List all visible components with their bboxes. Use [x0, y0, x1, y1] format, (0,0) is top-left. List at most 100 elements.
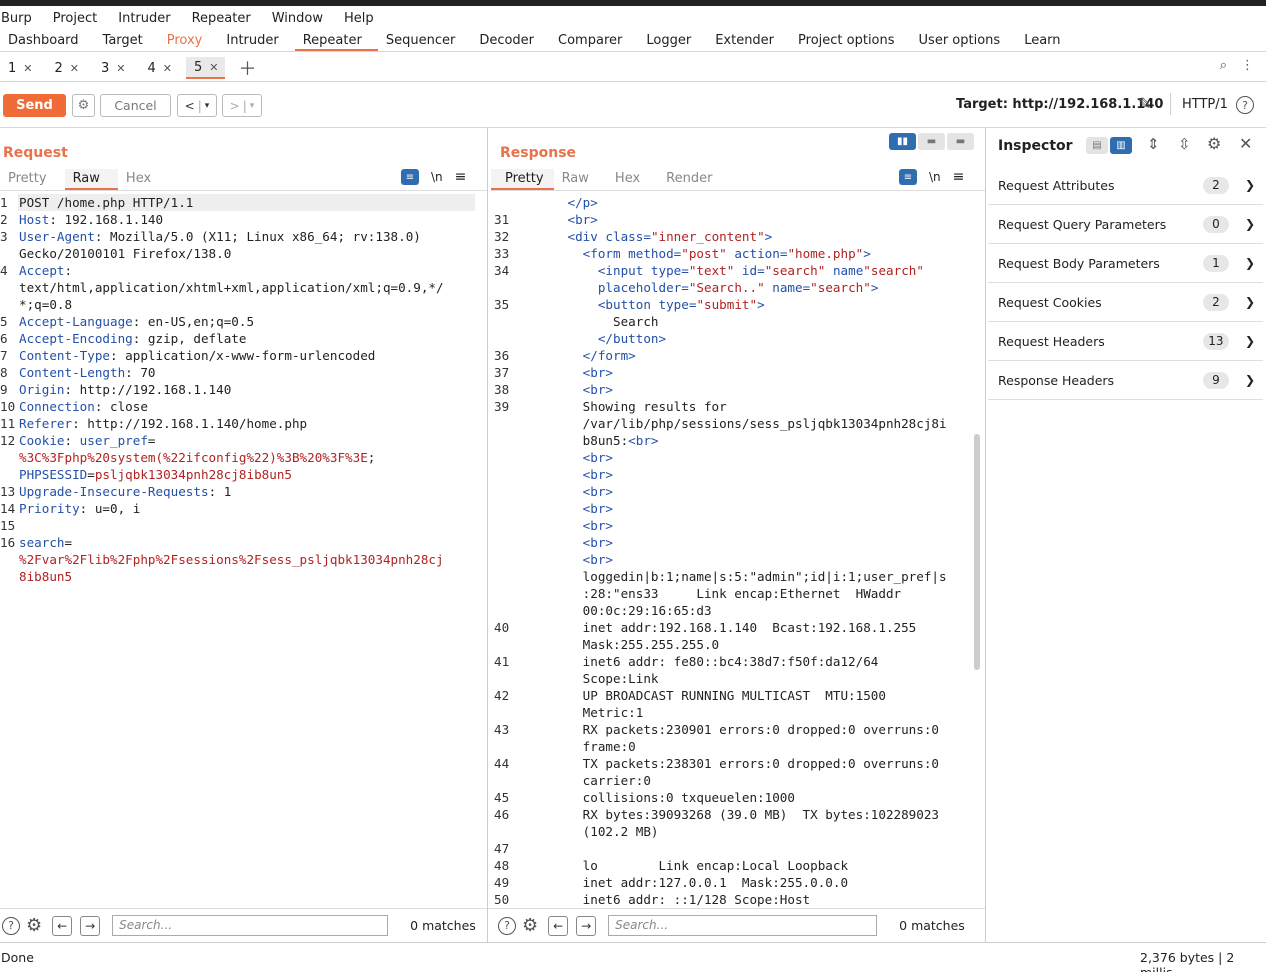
add-tab-icon[interactable]: ＋ [239, 55, 257, 81]
tab-pretty[interactable]: Pretty [491, 169, 554, 190]
tab-raw[interactable]: Raw [554, 169, 607, 190]
tab-render[interactable]: Render [658, 169, 730, 190]
close-icon[interactable]: ✕ [70, 62, 79, 75]
tab-decoder[interactable]: Decoder [471, 30, 550, 51]
back-button[interactable]: < | ▾ [177, 94, 217, 117]
tab-raw[interactable]: Raw [64, 169, 118, 190]
tab-proxy[interactable]: Proxy [159, 30, 219, 51]
help-icon[interactable]: ? [2, 916, 20, 935]
line-text: carrier:0 [522, 773, 651, 788]
repeater-tab[interactable]: 3 ✕ [93, 57, 132, 79]
layout-side-by-side-icon[interactable]: ▮▮ [889, 133, 916, 150]
http-version[interactable]: HTTP/1 [1182, 97, 1228, 112]
collapse-all-icon[interactable]: ⇳ [1178, 135, 1191, 153]
menu-icon[interactable]: ≡ [953, 169, 965, 185]
arrow-right-icon[interactable]: → [576, 915, 597, 936]
search-input[interactable]: Search... [608, 915, 878, 936]
close-icon[interactable]: ✕ [1239, 134, 1252, 153]
tab-hex[interactable]: Hex [607, 169, 658, 190]
line-text: TX packets:238301 errors:0 dropped:0 ove… [522, 756, 940, 771]
search-icon[interactable]: ⌕ [1220, 58, 1227, 73]
inspector-request-query-parameters[interactable]: Request Query Parameters 0 ❯ [988, 205, 1263, 244]
inspector-request-body-parameters[interactable]: Request Body Parameters 1 ❯ [988, 244, 1263, 283]
line-number: 4 [0, 263, 8, 278]
menu-window[interactable]: Window [272, 11, 323, 26]
cancel-button[interactable]: Cancel [100, 94, 171, 117]
inspector-request-attributes[interactable]: Request Attributes 2 ❯ [988, 166, 1263, 205]
line-number: 6 [0, 331, 8, 346]
close-icon[interactable]: ✕ [116, 62, 125, 75]
menu-help[interactable]: Help [344, 11, 374, 26]
tab-comparer[interactable]: Comparer [550, 30, 638, 51]
line-text: <br> [582, 501, 614, 516]
tab-dashboard[interactable]: Dashboard [0, 30, 95, 51]
repeater-tab[interactable]: 1 ✕ [0, 57, 39, 79]
layout-stacked-icon[interactable]: ▬ [918, 133, 945, 150]
layout-panel-icon[interactable]: ▥ [1110, 137, 1132, 154]
tab-target[interactable]: Target [95, 30, 159, 51]
help-icon[interactable]: ? [498, 916, 516, 935]
search-input[interactable]: Search... [112, 915, 389, 936]
line-text: 00:0c:29:16:65:d3 [522, 603, 712, 618]
tab-pretty[interactable]: Pretty [0, 169, 65, 190]
repeater-tab[interactable]: 4 ✕ [140, 57, 179, 79]
inspector-row-label: Request Query Parameters [998, 216, 1167, 232]
help-icon[interactable]: ? [1236, 96, 1254, 114]
line-number: 38 [494, 382, 510, 397]
inspector-request-cookies[interactable]: Request Cookies 2 ❯ [988, 283, 1263, 322]
menu-intruder[interactable]: Intruder [118, 11, 170, 26]
arrow-left-icon[interactable]: ← [52, 915, 73, 936]
send-button[interactable]: Send [3, 94, 66, 117]
scrollbar[interactable] [974, 434, 980, 670]
divider [1170, 93, 1171, 115]
line-number: 31 [494, 212, 510, 227]
chevron-down-icon: ▾ [204, 100, 210, 111]
gear-icon: ⚙ [77, 98, 90, 113]
inspector-request-headers[interactable]: Request Headers 13 ❯ [988, 322, 1263, 361]
tab-sequencer[interactable]: Sequencer [378, 30, 471, 51]
word-wrap-icon[interactable]: ≡ [401, 169, 419, 185]
more-options-icon[interactable]: ⋮ [1241, 58, 1254, 73]
newline-toggle[interactable]: \n [929, 170, 941, 184]
tab-user-options[interactable]: User options [911, 30, 1017, 51]
line-number: 46 [494, 807, 510, 822]
count-badge: 1 [1202, 254, 1229, 272]
gear-icon[interactable]: ⚙ [522, 915, 538, 936]
repeater-tab[interactable]: 2 ✕ [47, 57, 86, 79]
arrow-right-icon[interactable]: → [80, 915, 101, 936]
gear-icon[interactable]: ⚙ [1207, 134, 1221, 153]
menu-burp[interactable]: Burp [1, 11, 32, 26]
layout-tabs-icon[interactable]: ▬ [947, 133, 974, 150]
menu-icon[interactable]: ≡ [455, 169, 467, 185]
forward-button[interactable]: > | ▾ [222, 94, 262, 117]
inspector-response-headers[interactable]: Response Headers 9 ❯ [988, 361, 1263, 400]
expand-all-icon[interactable]: ⇕ [1147, 135, 1160, 153]
line-text: Accept: [19, 263, 73, 278]
tab-project-options[interactable]: Project options [790, 30, 911, 51]
tab-extender[interactable]: Extender [707, 30, 790, 51]
chevron-down-icon: ❯ [1244, 373, 1255, 387]
arrow-left-icon[interactable]: ← [548, 915, 569, 936]
settings-button[interactable]: ⚙ [72, 94, 95, 117]
tab-logger[interactable]: Logger [638, 30, 707, 51]
word-wrap-icon[interactable]: ≡ [899, 169, 917, 185]
tab-learn[interactable]: Learn [1016, 30, 1076, 51]
edit-pencil-icon[interactable]: ✎ [1138, 94, 1151, 113]
close-icon[interactable]: ✕ [209, 61, 218, 74]
menu-project[interactable]: Project [53, 11, 97, 26]
close-icon[interactable]: ✕ [23, 62, 32, 75]
close-icon[interactable]: ✕ [163, 62, 172, 75]
gear-icon[interactable]: ⚙ [26, 915, 42, 936]
repeater-tab-label: 2 [54, 60, 63, 76]
menu-repeater[interactable]: Repeater [192, 11, 251, 26]
tab-hex[interactable]: Hex [118, 169, 169, 190]
count-badge: 0 [1202, 215, 1229, 233]
line-text: <button type="submit"> [597, 297, 765, 312]
line-number: 49 [494, 875, 510, 890]
layout-list-icon[interactable]: ▤ [1086, 137, 1108, 154]
tab-intruder[interactable]: Intruder [218, 30, 294, 51]
line-number: 5 [0, 314, 8, 329]
newline-toggle[interactable]: \n [431, 170, 443, 184]
repeater-tab-active[interactable]: 5 ✕ [186, 57, 225, 79]
tab-repeater[interactable]: Repeater [294, 30, 378, 51]
